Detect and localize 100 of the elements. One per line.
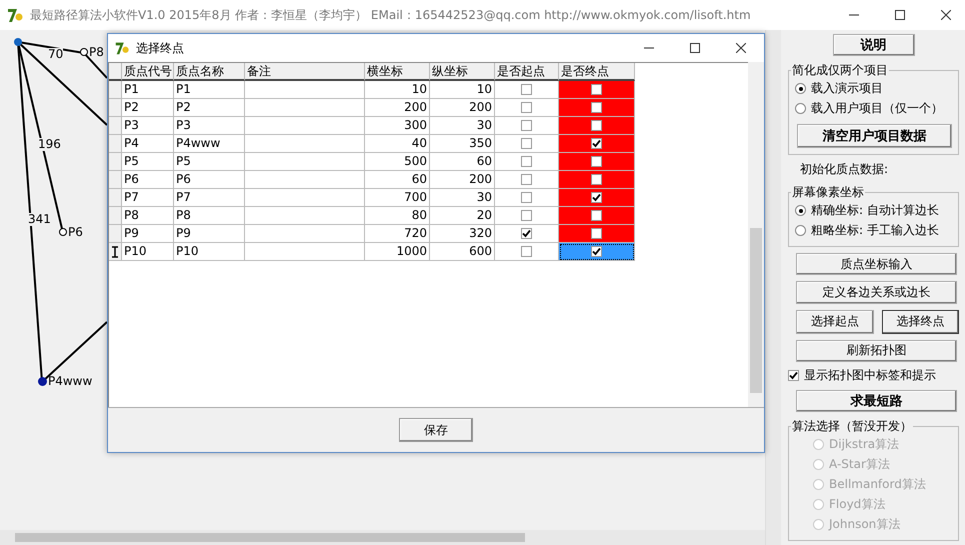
column-header[interactable]: 质点代号: [122, 63, 174, 81]
checkbox[interactable]: [521, 246, 532, 257]
row-header-cell[interactable]: [109, 117, 122, 135]
checkbox-cell[interactable]: [559, 207, 635, 225]
checkbox[interactable]: [521, 84, 532, 95]
row-header-cell[interactable]: [109, 81, 122, 99]
radio-label: 载入演示项目: [811, 80, 883, 98]
checkbox-cell[interactable]: [559, 171, 635, 189]
table-cell: P6: [174, 171, 245, 189]
table-cell: P4www: [174, 135, 245, 153]
table-cell: P3: [122, 117, 174, 135]
scrollbar-thumb[interactable]: [750, 228, 762, 393]
radio-button[interactable]: [795, 205, 806, 216]
checkbox-cell[interactable]: [559, 135, 635, 153]
checkbox[interactable]: [521, 102, 532, 113]
window-title: 最短路径算法小软件V1.0 2015年8月 作者：李恒星（李均宇） EMail：165442523@qq.com http://www.okmyok.com/lisoft.htm: [30, 6, 751, 24]
table-cell: P8: [174, 207, 245, 225]
row-header-cell[interactable]: [109, 207, 122, 225]
refresh-button[interactable]: 刷新拓扑图: [796, 340, 957, 362]
checkbox-cell[interactable]: [559, 189, 635, 207]
radio-label: 粗略坐标: 手工输入边长: [811, 222, 939, 240]
row-header-cell[interactable]: [109, 135, 122, 153]
group-title: 算法选择（暂没开发）: [791, 418, 913, 436]
checkbox[interactable]: [591, 102, 602, 113]
checkbox[interactable]: [591, 120, 602, 131]
table-cell: P5: [122, 153, 174, 171]
clear-data-button[interactable]: 清空用户项目数据: [797, 124, 952, 148]
table-cell: 500: [365, 153, 430, 171]
define-edges-button[interactable]: 定义各边关系或边长: [796, 281, 957, 304]
graph-node-icon: [59, 228, 67, 236]
scrollbar[interactable]: [748, 62, 764, 407]
row-header-cell[interactable]: [109, 153, 122, 171]
row-header-cell[interactable]: [109, 99, 122, 117]
scrollbar-thumb[interactable]: [15, 533, 525, 542]
checkbox-cell[interactable]: [559, 243, 635, 261]
checkbox[interactable]: [591, 138, 602, 149]
close-icon[interactable]: [736, 43, 746, 53]
radio-button[interactable]: [795, 225, 806, 236]
checkbox[interactable]: [521, 228, 532, 239]
table-cell: 600: [430, 243, 495, 261]
table-cell: 200: [430, 99, 495, 117]
radio-label: A-Star算法: [829, 456, 890, 474]
checkbox-cell[interactable]: [559, 225, 635, 243]
checkbox[interactable]: [591, 246, 602, 257]
dialog-title: 选择终点: [136, 40, 184, 56]
save-button[interactable]: 保存: [399, 418, 473, 442]
graph-node-icon: [14, 38, 22, 46]
checkbox-cell[interactable]: [559, 99, 635, 117]
checkbox[interactable]: [521, 192, 532, 203]
coordinate-input-button[interactable]: 质点坐标输入: [796, 253, 957, 276]
scrollbar[interactable]: [0, 530, 765, 545]
app-logo-icon: [114, 40, 130, 56]
table-cell: 10: [365, 81, 430, 99]
column-header[interactable]: 是否终点: [559, 63, 635, 81]
radio-button[interactable]: [795, 103, 806, 114]
graph-node-icon: [38, 376, 47, 386]
checkbox[interactable]: [788, 370, 799, 382]
maximize-icon[interactable]: [895, 10, 905, 20]
table-cell: 10: [430, 81, 495, 99]
radio-button[interactable]: [795, 83, 806, 94]
checkbox[interactable]: [591, 84, 602, 95]
help-button[interactable]: 说明: [832, 34, 914, 56]
table-cell: 60: [365, 171, 430, 189]
table-cell: P9: [174, 225, 245, 243]
row-header-cell[interactable]: [109, 171, 122, 189]
column-header[interactable]: 纵坐标: [430, 63, 495, 81]
table-cell: P3: [174, 117, 245, 135]
table-cell: 720: [365, 225, 430, 243]
checkbox[interactable]: [521, 210, 532, 221]
column-header[interactable]: 横坐标: [365, 63, 430, 81]
column-header[interactable]: 备注: [245, 63, 365, 81]
checkbox[interactable]: [521, 174, 532, 185]
table-cell: P9: [122, 225, 174, 243]
checkbox-cell[interactable]: [559, 153, 635, 171]
checkbox[interactable]: [591, 210, 602, 221]
radio-label: Floyd算法: [829, 496, 886, 514]
checkbox[interactable]: [591, 156, 602, 167]
checkbox-cell[interactable]: [559, 81, 635, 99]
checkbox[interactable]: [521, 138, 532, 149]
maximize-icon[interactable]: [690, 43, 700, 53]
select-end-button[interactable]: 选择终点: [882, 310, 959, 334]
checkbox[interactable]: [521, 156, 532, 167]
checkbox[interactable]: [591, 228, 602, 239]
solve-button[interactable]: 求最短路: [796, 390, 957, 412]
checkbox[interactable]: [591, 192, 602, 203]
select-start-button[interactable]: 选择起点: [796, 310, 874, 334]
edge-weight-label: 196: [38, 138, 61, 151]
row-header-cell[interactable]: [109, 243, 122, 261]
column-header[interactable]: 是否起点: [495, 63, 559, 81]
checkbox[interactable]: [591, 174, 602, 185]
row-header-cell[interactable]: [109, 225, 122, 243]
row-header-cell[interactable]: [109, 189, 122, 207]
checkbox-cell[interactable]: [559, 117, 635, 135]
scrollbar[interactable]: [765, 30, 781, 545]
table-cell: P2: [174, 99, 245, 117]
table-cell: 40: [365, 135, 430, 153]
close-icon[interactable]: [941, 10, 951, 20]
checkbox[interactable]: [521, 120, 532, 131]
column-header[interactable]: 质点名称: [174, 63, 245, 81]
section-label: 初始化质点数据:: [799, 161, 890, 178]
